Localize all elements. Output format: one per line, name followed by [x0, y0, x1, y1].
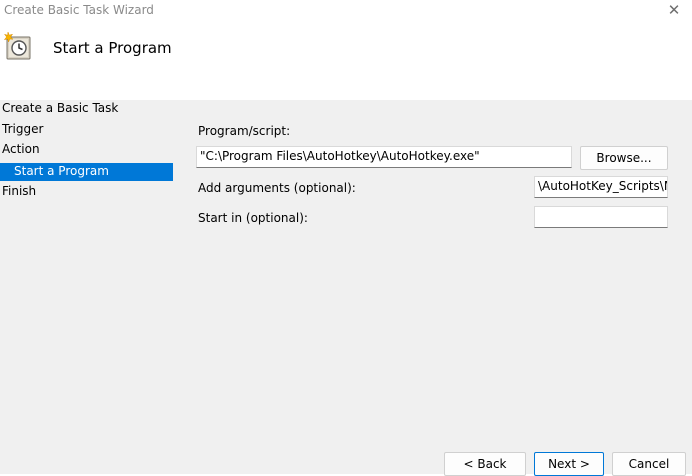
cancel-button[interactable]: Cancel	[612, 452, 686, 476]
browse-button[interactable]: Browse...	[580, 146, 668, 170]
step-action[interactable]: Action	[2, 141, 40, 159]
title-bar: Create Basic Task Wizard ✕	[0, 0, 692, 22]
step-start-a-program[interactable]: Start a Program	[0, 163, 173, 181]
start-in-label: Start in (optional):	[198, 211, 308, 225]
add-arguments-input[interactable]: \AutoHotKey_Scripts\My	[534, 176, 668, 198]
start-in-input[interactable]	[534, 206, 668, 228]
next-button[interactable]: Next >	[534, 452, 604, 476]
back-button[interactable]: < Back	[444, 452, 526, 476]
program-script-label: Program/script:	[198, 124, 291, 138]
window-title: Create Basic Task Wizard	[4, 3, 154, 17]
program-script-input[interactable]: "C:\Program Files\AutoHotkey\AutoHotkey.…	[196, 146, 572, 168]
page-title: Start a Program	[53, 39, 172, 57]
add-arguments-label: Add arguments (optional):	[198, 181, 356, 195]
step-trigger[interactable]: Trigger	[2, 121, 43, 139]
close-icon[interactable]: ✕	[666, 2, 682, 18]
wizard-header: Start a Program	[0, 22, 692, 100]
task-scheduler-clock-icon	[3, 31, 31, 60]
step-finish[interactable]: Finish	[2, 183, 36, 201]
step-create-basic-task[interactable]: Create a Basic Task	[2, 100, 118, 118]
wizard-body: Create a Basic Task Trigger Action Start…	[0, 100, 692, 476]
